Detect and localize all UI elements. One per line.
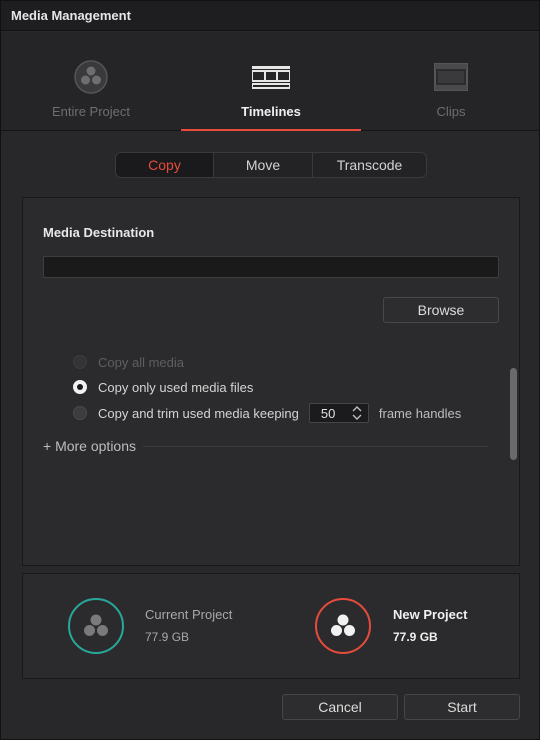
media-destination-label: Media Destination [43,225,155,240]
title-bar[interactable]: Media Management [1,1,539,31]
copy-all-media-radio [73,355,87,369]
timeline-icon [252,66,290,89]
current-project-badge [68,598,124,654]
project-summary: Current Project 77.9 GB New Project 77.9… [22,573,520,679]
current-project-size: 77.9 GB [145,630,190,644]
browse-button[interactable]: Browse [383,297,499,323]
move-button[interactable]: Move [214,153,313,177]
transcode-button[interactable]: Transcode [313,153,426,177]
film-strip-icon [434,63,468,91]
current-project-label: Current Project [145,607,233,622]
copy-trim-media-option[interactable]: Copy and trim used media keeping 50 fram… [73,403,461,423]
resolve-logo-icon [84,614,108,636]
mode-tab-clips[interactable]: Clips [361,32,540,131]
mode-label: Timelines [241,104,301,119]
copy-all-media-option: Copy all media [73,352,184,372]
options-panel: Media Destination Browse Copy all media … [22,197,520,566]
cancel-button[interactable]: Cancel [282,694,398,720]
media-management-dialog: Media Management Entire Project Timeline… [0,0,540,740]
copy-all-media-label: Copy all media [98,354,184,370]
resolve-logo-icon [331,614,355,636]
mode-label: Clips [436,104,466,119]
copy-used-media-label: Copy only used media files [98,379,254,395]
copy-button[interactable]: Copy [116,153,214,177]
copy-used-media-option[interactable]: Copy only used media files [73,377,253,397]
mode-selector: Entire Project Timelines Clips [1,32,539,131]
mode-tab-timelines[interactable]: Timelines [181,32,361,131]
copy-trim-media-label: Copy and trim used media keeping [98,405,299,421]
mode-tab-entire-project[interactable]: Entire Project [1,32,181,131]
stepper-arrows-icon[interactable] [352,406,362,420]
new-project-badge [315,598,371,654]
frame-handles-value[interactable]: 50 [321,406,335,421]
frame-handles-stepper[interactable]: 50 [308,403,369,423]
start-button[interactable]: Start [404,694,520,720]
mode-label: Entire Project [51,104,131,119]
divider [143,446,488,447]
active-tab-indicator [181,129,361,131]
more-options-toggle[interactable]: + More options [43,438,136,454]
resolve-logo-icon [74,60,108,94]
frame-handles-label: frame handles [378,405,462,421]
operation-selector: Copy Move Transcode [115,152,427,178]
new-project-size: 77.9 GB [393,630,438,644]
copy-trim-media-radio[interactable] [73,406,87,420]
new-project-label: New Project [393,607,468,622]
options-scrollbar[interactable] [510,368,517,460]
copy-used-media-radio[interactable] [73,380,87,394]
media-destination-field[interactable] [43,256,499,278]
window-title: Media Management [11,8,131,23]
